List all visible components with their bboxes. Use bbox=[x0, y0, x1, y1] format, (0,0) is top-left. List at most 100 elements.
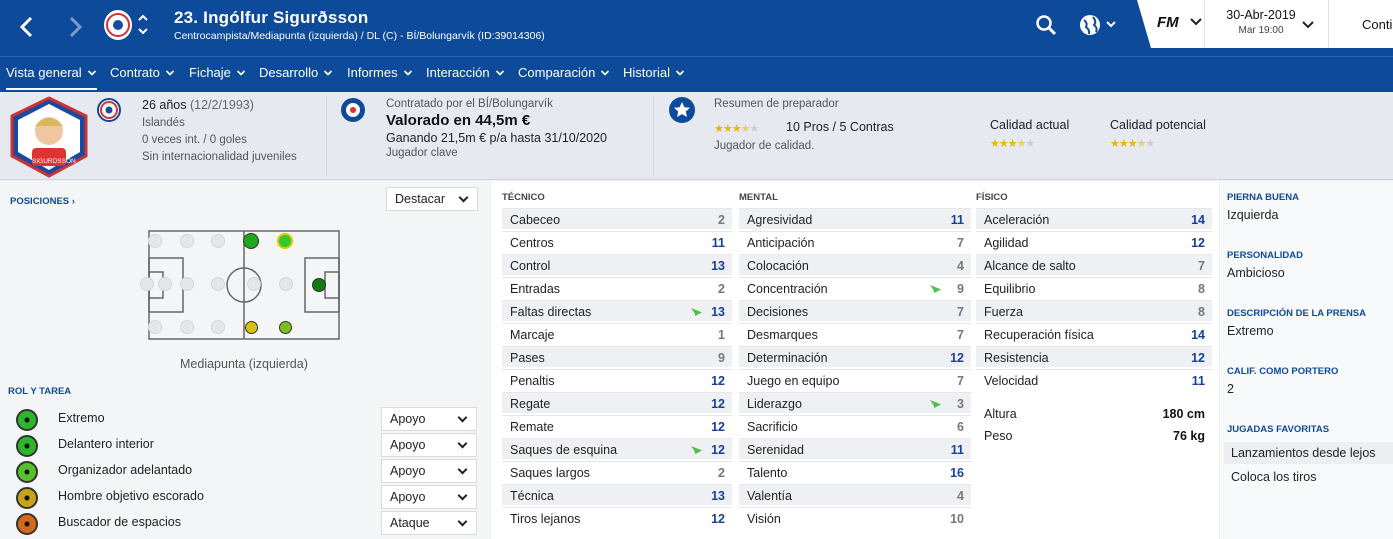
menu-item[interactable]: Contrato bbox=[110, 65, 175, 80]
position-dot[interactable] bbox=[180, 234, 194, 248]
duty-dropdown[interactable]: Apoyo bbox=[381, 485, 477, 509]
position-dot[interactable] bbox=[180, 320, 194, 334]
duty-dropdown[interactable]: Ataque bbox=[381, 511, 477, 535]
position-dot[interactable] bbox=[211, 320, 225, 334]
menu-item-label: Interacción bbox=[426, 65, 490, 80]
attribute-row[interactable]: Regate 12 bbox=[502, 392, 732, 413]
selected-position-label: Mediapunta (izquierda) bbox=[180, 357, 308, 371]
attribute-row[interactable]: Visión 10 bbox=[739, 507, 971, 528]
menu-item[interactable]: Interacción bbox=[426, 65, 505, 80]
position-dot-rated[interactable] bbox=[312, 278, 326, 292]
attribute-row[interactable]: Agilidad 12 bbox=[976, 231, 1212, 252]
position-dot[interactable] bbox=[211, 234, 225, 248]
position-dot[interactable] bbox=[180, 277, 194, 291]
attribute-name: Talento bbox=[747, 466, 788, 480]
menu-item[interactable]: Historial bbox=[623, 65, 685, 80]
attribute-row[interactable]: Desmarques 7 bbox=[739, 323, 971, 344]
role-row[interactable]: Delantero interior Apoyo bbox=[0, 433, 480, 459]
attribute-row[interactable]: Técnica 13 bbox=[502, 484, 732, 505]
role-row[interactable]: Extremo Apoyo bbox=[0, 407, 480, 433]
coach-report-title[interactable]: Resumen de preparador bbox=[714, 98, 839, 110]
attribute-row[interactable]: Marcaje 1 bbox=[502, 323, 732, 344]
attribute-row[interactable]: Penaltis 12 bbox=[502, 369, 732, 390]
nationality-flag-icon[interactable] bbox=[97, 98, 121, 122]
position-dot[interactable] bbox=[211, 277, 225, 291]
role-name: Delantero interior bbox=[58, 437, 154, 451]
date-display[interactable]: 30-Abr-2019 Mar 19:00 bbox=[1213, 8, 1309, 36]
club-crest-icon[interactable] bbox=[341, 98, 365, 122]
role-name: Hombre objetivo escorado bbox=[58, 489, 204, 503]
attribute-row[interactable]: Recuperación física 14 bbox=[976, 323, 1212, 344]
position-dot-rated[interactable] bbox=[244, 320, 258, 334]
position-dot-rated[interactable] bbox=[277, 233, 293, 249]
position-dot[interactable] bbox=[148, 234, 162, 248]
personality-value[interactable]: Ambicioso bbox=[1227, 266, 1285, 280]
position-dot[interactable] bbox=[148, 320, 162, 334]
menu-item[interactable]: Comparación bbox=[518, 65, 610, 80]
attribute-row[interactable]: Decisiones 7 bbox=[739, 300, 971, 321]
search-icon[interactable] bbox=[1035, 14, 1057, 42]
attribute-row[interactable]: Faltas directas 13 bbox=[502, 300, 732, 321]
attribute-row[interactable]: Tiros lejanos 12 bbox=[502, 507, 732, 528]
attribute-row[interactable]: Cabeceo 2 bbox=[502, 208, 732, 229]
duty-dropdown[interactable]: Apoyo bbox=[381, 407, 477, 431]
position-dot-rated[interactable] bbox=[243, 233, 259, 249]
role-row[interactable]: Buscador de espacios Ataque bbox=[0, 511, 480, 537]
attribute-row[interactable]: Saques de esquina 12 bbox=[502, 438, 732, 459]
role-row[interactable]: Organizador adelantado Apoyo bbox=[0, 459, 480, 485]
gk-rating-label: CALIF. COMO PORTERO bbox=[1227, 366, 1339, 377]
continue-button[interactable]: Conti bbox=[1362, 17, 1392, 32]
chevron-down-icon bbox=[675, 70, 685, 76]
menu-item[interactable]: Informes bbox=[347, 65, 413, 80]
positions-title[interactable]: POSICIONES › bbox=[10, 196, 75, 207]
position-dot-rated[interactable] bbox=[278, 320, 292, 334]
globe-icon[interactable] bbox=[1079, 14, 1119, 42]
attribute-row[interactable]: Colocación 4 bbox=[739, 254, 971, 275]
attribute-row[interactable]: Control 13 bbox=[502, 254, 732, 275]
attribute-row[interactable]: Juego en equipo 7 bbox=[739, 369, 971, 390]
highlight-dropdown[interactable]: Destacar bbox=[386, 187, 478, 211]
attribute-row[interactable]: Saques largos 2 bbox=[502, 461, 732, 482]
attribute-row[interactable]: Fuerza 8 bbox=[976, 300, 1212, 321]
position-dot[interactable] bbox=[158, 277, 172, 291]
nationality-text[interactable]: Islandés bbox=[142, 117, 185, 129]
attribute-row[interactable]: Valentía 4 bbox=[739, 484, 971, 505]
attribute-row[interactable]: Velocidad 11 bbox=[976, 369, 1212, 390]
attribute-row[interactable]: Alcance de salto 7 bbox=[976, 254, 1212, 275]
position-dot[interactable] bbox=[140, 277, 154, 291]
move-item[interactable]: Coloca los tiros bbox=[1224, 466, 1393, 488]
attribute-row[interactable]: Anticipación 7 bbox=[739, 231, 971, 252]
attribute-row[interactable]: Serenidad 11 bbox=[739, 438, 971, 459]
attribute-row[interactable]: Talento 16 bbox=[739, 461, 971, 482]
date-chevron-down-icon[interactable] bbox=[1301, 20, 1315, 30]
back-button[interactable] bbox=[12, 12, 42, 42]
menu-item[interactable]: Vista general bbox=[6, 65, 97, 90]
forward-button[interactable] bbox=[60, 12, 90, 42]
menu-item[interactable]: Desarrollo bbox=[259, 65, 333, 80]
fm-menu-button[interactable]: FM bbox=[1157, 14, 1203, 31]
pros-cons-text[interactable]: 10 Pros / 5 Contras bbox=[786, 120, 894, 134]
club-badge-icon[interactable] bbox=[104, 10, 132, 40]
attribute-row[interactable]: Centros 11 bbox=[502, 231, 732, 252]
attribute-row[interactable]: Agresividad 11 bbox=[739, 208, 971, 229]
attribute-row[interactable]: Determinación 12 bbox=[739, 346, 971, 367]
attribute-row[interactable]: Resistencia 12 bbox=[976, 346, 1212, 367]
attribute-row[interactable]: Sacrificio 6 bbox=[739, 415, 971, 436]
duty-dropdown[interactable]: Apoyo bbox=[381, 433, 477, 457]
role-row[interactable]: Hombre objetivo escorado Apoyo bbox=[0, 485, 480, 511]
menu-item[interactable]: Fichaje bbox=[189, 65, 246, 80]
contracted-by[interactable]: Contratado por el BÍ/Bolungarvík bbox=[386, 98, 553, 110]
attribute-row[interactable]: Remate 12 bbox=[502, 415, 732, 436]
attribute-row[interactable]: Aceleración 14 bbox=[976, 208, 1212, 229]
attribute-row[interactable]: Pases 9 bbox=[502, 346, 732, 367]
duty-dropdown[interactable]: Apoyo bbox=[381, 459, 477, 483]
attribute-row[interactable]: Liderazgo 3 bbox=[739, 392, 971, 413]
position-dot[interactable] bbox=[247, 277, 261, 291]
attribute-row[interactable]: Concentración 9 bbox=[739, 277, 971, 298]
club-switch-chevron-icon[interactable] bbox=[137, 12, 149, 38]
photo-name-strip: SIGURDSSON bbox=[32, 158, 76, 165]
attribute-row[interactable]: Equilibrio 8 bbox=[976, 277, 1212, 298]
position-dot[interactable] bbox=[279, 277, 293, 291]
move-item[interactable]: Lanzamientos desde lejos bbox=[1224, 442, 1393, 464]
attribute-row[interactable]: Entradas 2 bbox=[502, 277, 732, 298]
